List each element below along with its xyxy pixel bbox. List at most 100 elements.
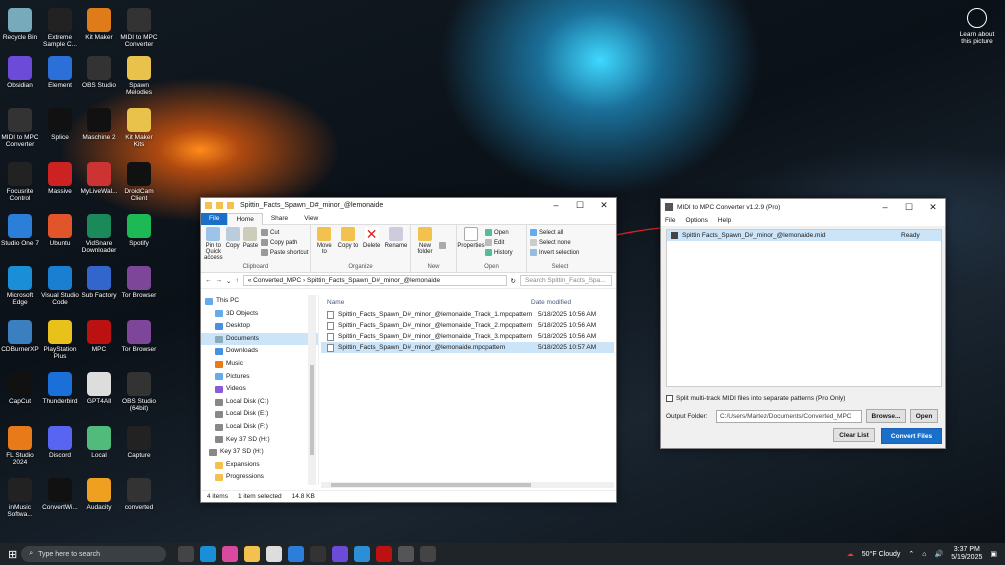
menu-options[interactable]: Options xyxy=(685,217,707,224)
nav-item[interactable]: Progressions xyxy=(201,471,318,484)
network-icon[interactable]: ⌂ xyxy=(922,551,926,558)
desktop-icon[interactable]: VidSnare Downloader xyxy=(79,214,119,254)
nav-item[interactable]: Videos xyxy=(201,383,318,396)
open-button[interactable]: Open xyxy=(485,229,513,236)
breadcrumb-current-folder[interactable]: Spittin_Facts_Spawn_D#_minor_@lemonaide xyxy=(307,277,440,284)
nav-item[interactable]: Expansions xyxy=(201,459,318,472)
chevron-down-icon[interactable]: ⌄ xyxy=(226,277,231,285)
volume-icon[interactable]: 🔊 xyxy=(935,550,944,558)
folder-icon[interactable] xyxy=(227,202,234,209)
history-button[interactable]: History xyxy=(485,249,513,256)
midi-file-list[interactable]: Spittin Facts_Spawn_D#_minor_@lemonaide.… xyxy=(666,229,942,387)
checkbox-box[interactable] xyxy=(666,395,673,402)
desktop-icon[interactable]: Microsoft Edge xyxy=(0,266,40,306)
desktop-icon[interactable]: Spotify xyxy=(119,214,159,247)
desktop-icon[interactable]: Capture xyxy=(119,426,159,459)
desktop-icon[interactable]: GPT4All xyxy=(79,372,119,405)
desktop-icon[interactable]: inMusic Softwa... xyxy=(0,478,40,518)
desktop-icon[interactable]: DroidCam Client xyxy=(119,162,159,202)
output-folder-field[interactable]: C:/Users/Martez/Documents/Converted_MPC xyxy=(716,409,862,423)
scroll-thumb[interactable] xyxy=(331,483,531,487)
nav-item[interactable]: 3D Objects xyxy=(201,308,318,321)
desktop-icon[interactable]: CDBurnerXP xyxy=(0,320,40,353)
store-icon[interactable] xyxy=(266,546,283,562)
notification-icon[interactable]: ▣ xyxy=(990,550,997,558)
desktop-icon[interactable]: Element xyxy=(40,56,80,89)
tab-home[interactable]: Home xyxy=(227,212,263,225)
desktop-icon[interactable]: Visual Studio Code xyxy=(40,266,80,306)
new-item-button[interactable] xyxy=(439,227,446,264)
nav-item[interactable]: Local Disk (E:) xyxy=(201,408,318,421)
list-item[interactable]: Spittin Facts_Spawn_D#_minor_@lemonaide.… xyxy=(667,230,941,241)
menu-file[interactable]: File xyxy=(665,217,675,224)
nav-item[interactable]: Desktop xyxy=(201,320,318,333)
desktop-icon[interactable]: Maschine 2 xyxy=(79,108,119,141)
copy-button[interactable]: Copy xyxy=(225,227,240,264)
nav-item[interactable]: This PC xyxy=(201,295,318,308)
desktop-icon[interactable]: FL Studio 2024 xyxy=(0,426,40,466)
refresh-icon[interactable]: ↻ xyxy=(511,277,516,285)
learn-about-picture[interactable]: Learn about this picture xyxy=(957,8,997,45)
nav-item[interactable]: Music xyxy=(201,358,318,371)
paste-button[interactable]: Paste xyxy=(243,227,258,264)
desktop-icon[interactable]: PlayStation Plus xyxy=(40,320,80,360)
clock[interactable]: 3:37 PM 5/19/2025 xyxy=(951,546,982,562)
table-row[interactable]: Spittin_Facts_Spawn_D#_minor_@lemonaide_… xyxy=(321,320,614,331)
tab-file[interactable]: File xyxy=(201,212,228,225)
menu-help[interactable]: Help xyxy=(718,217,731,224)
table-row[interactable]: Spittin_Facts_Spawn_D#_minor_@lemonaide_… xyxy=(321,331,614,342)
nav-item[interactable]: Documents xyxy=(201,332,318,346)
desktop-icon[interactable]: Tor Browser xyxy=(119,320,159,353)
desktop-icon[interactable]: MyLiveWal... xyxy=(79,162,119,195)
open-folder-button[interactable]: Open xyxy=(910,409,938,423)
column-date-modified[interactable]: Date modified xyxy=(531,299,571,306)
desktop-icon[interactable]: ConvertWi... xyxy=(40,478,80,511)
desktop-icon[interactable]: Focusrite Control xyxy=(0,162,40,202)
select-all-button[interactable]: Select all xyxy=(530,229,579,236)
address-bar[interactable]: « Converted_MPC › Spittin_Facts_Spawn_D#… xyxy=(242,275,507,286)
close-button[interactable]: ✕ xyxy=(921,202,945,213)
nav-item[interactable]: Local Disk (C:) xyxy=(201,396,318,409)
horizontal-scrollbar[interactable] xyxy=(321,482,614,488)
minimize-button[interactable]: – xyxy=(544,200,568,211)
rename-button[interactable]: Rename xyxy=(385,227,407,264)
table-row[interactable]: Spittin_Facts_Spawn_D#_minor_@lemonaide.… xyxy=(321,342,614,353)
app-icon[interactable] xyxy=(354,546,371,562)
desktop-icon[interactable]: Obsidian xyxy=(0,56,40,89)
edit-button[interactable]: Edit xyxy=(485,239,513,246)
desktop-icon[interactable]: Kit Maker xyxy=(79,8,119,41)
nav-item[interactable]: Key 37 SD (H:) xyxy=(201,434,318,447)
back-arrow-icon[interactable]: ← xyxy=(205,277,212,284)
desktop-icon[interactable]: OBS Studio xyxy=(79,56,119,89)
copy-path-button[interactable]: Copy path xyxy=(261,239,308,246)
forward-arrow-icon[interactable]: → xyxy=(216,277,223,284)
taskbar-search[interactable]: ⌕ Type here to search xyxy=(21,546,167,562)
new-folder-button[interactable]: New folder xyxy=(414,227,436,264)
studio-one-icon[interactable] xyxy=(288,546,305,562)
file-explorer-icon[interactable] xyxy=(244,546,261,562)
convert-files-button[interactable]: Convert Files xyxy=(881,428,942,444)
desktop-icon[interactable]: Tor Browser xyxy=(119,266,159,299)
obsidian-icon[interactable] xyxy=(332,546,349,562)
tab-view[interactable]: View xyxy=(296,213,326,225)
copy-to-button[interactable]: Copy to xyxy=(338,227,358,264)
split-tracks-checkbox[interactable]: Split multi-track MIDI files into separa… xyxy=(666,395,845,402)
desktop-icon[interactable]: Local xyxy=(79,426,119,459)
desktop-icon[interactable]: Ubuntu xyxy=(40,214,80,247)
invert-selection-button[interactable]: Invert selection xyxy=(530,249,579,256)
desktop-icon[interactable]: Spawn Melodies xyxy=(119,56,159,96)
app-icon[interactable] xyxy=(398,546,415,562)
paste-shortcut-button[interactable]: Paste shortcut xyxy=(261,249,308,256)
pin-quick-access-button[interactable]: Pin to Quick access xyxy=(204,227,223,264)
mpc-icon[interactable] xyxy=(376,546,393,562)
maximize-button[interactable]: ☐ xyxy=(897,202,921,213)
nav-item[interactable]: Key 37 SD (H:) xyxy=(201,446,318,459)
nav-item[interactable]: Local Disk (F:) xyxy=(201,421,318,434)
windows-start-icon[interactable]: ⊞ xyxy=(8,548,17,561)
desktop-icon[interactable]: Sub Factory xyxy=(79,266,119,299)
close-button[interactable]: ✕ xyxy=(592,200,616,211)
desktop-icon[interactable]: Studio One 7 xyxy=(0,214,40,247)
desktop-icon[interactable]: Kit Maker Kits xyxy=(119,108,159,148)
desktop-icon[interactable]: CapCut xyxy=(0,372,40,405)
search-input[interactable]: Search Spittin_Facts_Spa... xyxy=(520,275,612,286)
